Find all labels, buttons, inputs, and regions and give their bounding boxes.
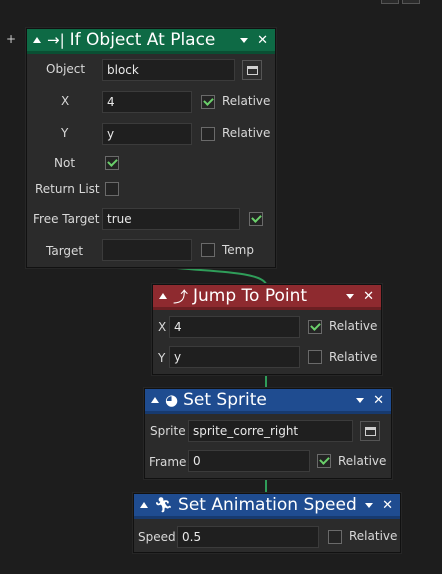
return-list-checkbox[interactable] bbox=[105, 182, 119, 196]
x-relative-checkbox[interactable] bbox=[201, 95, 215, 109]
sprite-field[interactable]: sprite_corre_right bbox=[188, 420, 353, 442]
dropdown-icon[interactable] bbox=[356, 397, 365, 403]
collapse-triangle-icon[interactable] bbox=[140, 502, 148, 508]
jump-arrow-icon: →| bbox=[47, 31, 65, 49]
dropdown-icon[interactable] bbox=[365, 502, 374, 508]
node-title: Jump To Point bbox=[193, 286, 308, 306]
if-object-at-place-node[interactable]: →| If Object At Place ✕ Object block X 4… bbox=[26, 28, 276, 268]
node-title: Set Sprite bbox=[183, 390, 267, 410]
free-target-field[interactable]: true bbox=[102, 208, 240, 230]
y-relative-row: Relative bbox=[222, 126, 270, 140]
x-relative-row: Relative bbox=[222, 94, 270, 108]
frame-label: Frame bbox=[149, 455, 187, 469]
sprite-pacman-icon: ◕ bbox=[165, 391, 179, 409]
free-target-label: Free Target bbox=[33, 212, 100, 226]
top-toolbar bbox=[381, 0, 420, 4]
jump-to-point-node[interactable]: ⤴ Jump To Point ✕ X 4 Relative Y y Relat… bbox=[152, 284, 382, 375]
speed-relative-row: Relative bbox=[349, 529, 397, 543]
object-row: Object bbox=[46, 62, 85, 76]
y-relative-checkbox[interactable] bbox=[201, 127, 215, 141]
add-node-icon[interactable]: + bbox=[6, 32, 16, 46]
speed-relative-label: Relative bbox=[349, 529, 398, 543]
node-title: If Object At Place bbox=[69, 30, 216, 50]
frame-relative-checkbox[interactable] bbox=[317, 454, 331, 468]
node-header[interactable]: ◕ Set Sprite ✕ bbox=[145, 389, 391, 414]
return-list-row: Return List bbox=[35, 182, 100, 196]
y-row: Y bbox=[61, 126, 68, 140]
free-target-row: Free Target bbox=[33, 212, 99, 226]
speed-relative-checkbox[interactable] bbox=[328, 530, 342, 544]
temp-label: Temp bbox=[222, 243, 254, 257]
temp-row: Temp bbox=[222, 243, 254, 257]
connector-if-to-jump bbox=[159, 265, 267, 285]
object-label: Object bbox=[46, 62, 86, 76]
node-title: Set Animation Speed bbox=[178, 495, 357, 515]
x-field[interactable]: 4 bbox=[102, 91, 192, 113]
close-icon[interactable]: ✕ bbox=[373, 393, 384, 408]
close-icon[interactable]: ✕ bbox=[257, 33, 268, 48]
frame-field[interactable]: 0 bbox=[188, 450, 310, 472]
y-field[interactable]: y bbox=[169, 346, 300, 368]
collapse-triangle-icon[interactable] bbox=[33, 37, 41, 43]
x-relative-label: Relative bbox=[222, 94, 271, 108]
y-relative-label: Relative bbox=[329, 350, 378, 364]
header-underline bbox=[145, 411, 391, 414]
x-relative-checkbox[interactable] bbox=[308, 320, 322, 334]
node-header[interactable]: →| If Object At Place ✕ bbox=[27, 29, 275, 54]
running-figure-icon: 🏃︎ bbox=[154, 496, 174, 514]
x-field[interactable]: 4 bbox=[169, 316, 300, 338]
target-field[interactable] bbox=[102, 239, 192, 261]
collapse-triangle-icon[interactable] bbox=[159, 293, 167, 299]
return-list-label: Return List bbox=[35, 182, 100, 196]
x-row: X bbox=[158, 320, 166, 334]
header-underline bbox=[134, 516, 400, 519]
speed-label: Speed bbox=[138, 530, 176, 544]
object-picker-icon[interactable] bbox=[360, 421, 380, 441]
y-relative-checkbox[interactable] bbox=[308, 350, 322, 364]
sprite-row: Sprite bbox=[150, 424, 186, 438]
header-underline bbox=[153, 307, 381, 310]
set-animation-speed-node[interactable]: 🏃︎ Set Animation Speed ✕ Speed 0.5 Relat… bbox=[133, 493, 401, 553]
y-label: Y bbox=[61, 126, 69, 140]
free-target-checkbox[interactable] bbox=[249, 212, 263, 226]
close-icon[interactable]: ✕ bbox=[363, 289, 374, 304]
frame-relative-row: Relative bbox=[338, 454, 386, 468]
toolbar-button[interactable] bbox=[381, 0, 399, 4]
node-header[interactable]: 🏃︎ Set Animation Speed ✕ bbox=[134, 494, 400, 519]
target-label: Target bbox=[46, 244, 84, 258]
y-field[interactable]: y bbox=[102, 123, 192, 145]
frame-row: Frame bbox=[149, 455, 186, 469]
speed-field[interactable]: 0.5 bbox=[177, 526, 319, 548]
y-relative-label: Relative bbox=[222, 126, 271, 140]
toolbar-button[interactable] bbox=[402, 0, 420, 4]
y-row: Y bbox=[158, 351, 165, 365]
temp-checkbox[interactable] bbox=[201, 243, 215, 257]
not-row: Not bbox=[54, 156, 75, 170]
dropdown-icon[interactable] bbox=[346, 293, 355, 299]
x-label: X bbox=[61, 94, 70, 108]
x-row: X bbox=[61, 94, 69, 108]
x-relative-label: Relative bbox=[329, 319, 378, 333]
not-checkbox[interactable] bbox=[105, 156, 119, 170]
jump-point-icon: ⤴ bbox=[173, 287, 189, 306]
x-relative-row: Relative bbox=[329, 319, 377, 333]
frame-relative-label: Relative bbox=[338, 454, 387, 468]
close-icon[interactable]: ✕ bbox=[382, 498, 393, 513]
speed-row: Speed bbox=[138, 530, 176, 544]
target-row: Target bbox=[46, 244, 83, 258]
dropdown-icon[interactable] bbox=[240, 37, 249, 43]
header-underline bbox=[27, 51, 275, 54]
object-picker-icon[interactable] bbox=[242, 60, 262, 80]
x-label: X bbox=[158, 320, 167, 334]
collapse-triangle-icon[interactable] bbox=[151, 397, 159, 403]
sprite-label: Sprite bbox=[150, 424, 186, 438]
set-sprite-node[interactable]: ◕ Set Sprite ✕ Sprite sprite_corre_right… bbox=[144, 388, 392, 479]
y-label: Y bbox=[158, 351, 166, 365]
node-header[interactable]: ⤴ Jump To Point ✕ bbox=[153, 285, 381, 310]
not-label: Not bbox=[54, 156, 76, 170]
object-field[interactable]: block bbox=[102, 59, 235, 81]
y-relative-row: Relative bbox=[329, 350, 377, 364]
